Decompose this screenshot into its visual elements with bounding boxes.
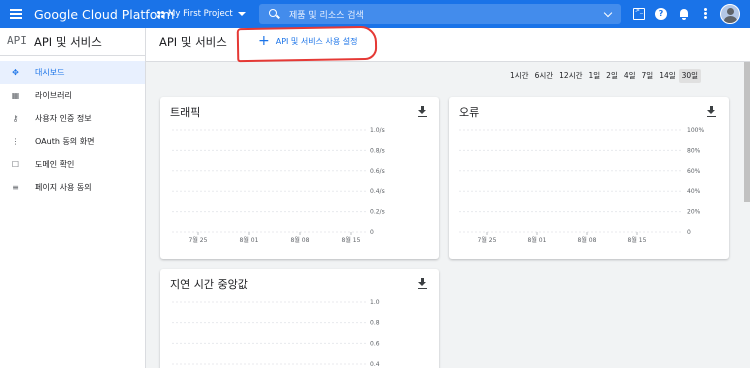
y-tick-label: 0.8: [370, 320, 380, 327]
page-title: API 및 서비스: [159, 35, 227, 49]
time-range-option[interactable]: 6시간: [532, 69, 557, 83]
help-icon[interactable]: ?: [655, 8, 667, 20]
time-range-option[interactable]: 30일: [678, 69, 702, 83]
y-tick-label: 1.0/s: [370, 127, 385, 134]
red-annotation-outline: [236, 25, 378, 63]
time-range-option[interactable]: 7일: [639, 69, 657, 83]
sidebar-item[interactable]: ⋮ OAuth 동의 화면: [0, 130, 145, 153]
avatar[interactable]: [720, 4, 740, 24]
project-name: My First Project: [168, 9, 233, 19]
sidebar-title: API 및 서비스: [34, 35, 102, 49]
time-range-option[interactable]: 1시간: [507, 69, 532, 83]
search-input[interactable]: 제품 및 리소스 검색: [289, 8, 364, 21]
y-tick-label: 20%: [687, 209, 701, 216]
sidebar-item[interactable]: ≡ 페이지 사용 동의: [0, 176, 145, 199]
more-vert-icon[interactable]: [699, 8, 711, 20]
errors-card: 오류 100% 80% 60% 40% 20% 0 7월 25 8월 01 8월 08 8월 15: [449, 97, 729, 259]
y-tick-label: 0.2/s: [370, 209, 385, 216]
y-tick-label: 0.4/s: [370, 188, 385, 195]
x-tick-label: 8월 01: [528, 236, 547, 244]
search-icon: [269, 9, 277, 17]
library-icon: ▦: [11, 91, 20, 100]
api-logo: API: [7, 34, 27, 47]
sidebar-nav: ✥ 대시보드 ▦ 라이브러리 ⚷ 사용자 인증 정보 ⋮ OAuth 동의 화면 ☐ 도메인 확인…: [0, 61, 145, 199]
sidebar-item[interactable]: ▦ 라이브러리: [0, 84, 145, 107]
sidebar-item-label: 대시보드: [35, 68, 65, 77]
time-range-option[interactable]: 4일: [621, 69, 639, 83]
sidebar-header: API API 및 서비스: [0, 28, 146, 56]
x-tick-label: 8월 08: [578, 236, 597, 244]
sidebar-item[interactable]: ☐ 도메인 확인: [0, 153, 145, 176]
sidebar-item[interactable]: ✥ 대시보드: [0, 61, 145, 84]
y-tick-label: 40%: [687, 188, 701, 195]
time-range-selector: 1시간 6시간 12시간 1일 2일 4일 7일 14일 30일: [507, 69, 702, 83]
y-tick-label: 0: [687, 229, 691, 236]
latency-card: 지연 시간 중앙값 1.0 0.8 0.6 0.4: [160, 269, 439, 368]
time-range-option[interactable]: 14일: [656, 69, 678, 83]
y-tick-label: 0: [370, 229, 374, 236]
y-tick-label: 0.4: [370, 361, 380, 368]
y-tick-label: 1.0: [370, 299, 380, 306]
brand-logo[interactable]: Google Cloud Platform: [34, 7, 174, 22]
key-icon: ⚷: [12, 114, 19, 123]
y-tick-label: 100%: [687, 127, 704, 134]
y-tick-label: 0.8/s: [370, 147, 385, 154]
settings-list-icon: ≡: [12, 183, 19, 192]
sidebar-item-label: 사용자 인증 정보: [35, 114, 92, 123]
latency-chart: 1.0 0.8 0.6 0.4: [172, 299, 380, 368]
project-icon: [157, 10, 164, 18]
menu-icon[interactable]: [10, 9, 22, 19]
sidebar-item-label: 라이브러리: [35, 91, 72, 100]
chevron-down-icon[interactable]: [603, 8, 613, 18]
domain-icon: ☐: [11, 160, 20, 169]
chevron-down-icon: [237, 12, 246, 16]
y-tick-label: 60%: [687, 168, 701, 175]
x-tick-label: 8월 08: [291, 236, 310, 244]
x-tick-label: 7월 25: [478, 236, 497, 244]
traffic-chart: 1.0/s 0.8/s 0.6/s 0.4/s 0.2/s 0 7월 25 8월 01 8월 0…: [172, 127, 385, 244]
sidebar-item-label: 도메인 확인: [35, 160, 75, 169]
dashboard-icon: ✥: [12, 68, 19, 77]
notifications-icon[interactable]: [678, 8, 690, 20]
time-range-option[interactable]: 12시간: [556, 69, 585, 83]
top-app-bar: Google Cloud Platform My First Project 제…: [0, 0, 750, 28]
x-tick-label: 8월 01: [240, 236, 259, 244]
sidebar-item-label: 페이지 사용 동의: [35, 183, 92, 192]
scrollbar[interactable]: [744, 62, 750, 202]
cloud-shell-icon[interactable]: [633, 7, 645, 20]
y-tick-label: 0.6: [370, 340, 380, 347]
time-range-option[interactable]: 2일: [603, 69, 621, 83]
errors-chart: 100% 80% 60% 40% 20% 0 7월 25 8월 01 8월 08 8월 15: [459, 127, 704, 244]
sidebar-item-label: OAuth 동의 화면: [35, 137, 95, 146]
traffic-card: 트래픽 1.0/s 0.8/s 0.6/s 0.4/s 0.2/s 0 7월 25 8월 01…: [160, 97, 439, 259]
sidebar-item[interactable]: ⚷ 사용자 인증 정보: [0, 107, 145, 130]
search-bar[interactable]: 제품 및 리소스 검색: [259, 4, 621, 24]
consent-icon: ⋮: [11, 137, 20, 146]
x-tick-label: 7월 25: [189, 236, 208, 244]
x-tick-label: 8월 15: [342, 236, 361, 244]
x-tick-label: 8월 15: [628, 236, 647, 244]
sidebar: API API 및 서비스 ✥ 대시보드 ▦ 라이브러리 ⚷ 사용자 인증 정보 ⋮ OAut…: [0, 28, 146, 368]
time-range-option[interactable]: 1일: [586, 69, 604, 83]
y-tick-label: 80%: [687, 147, 701, 154]
project-selector[interactable]: My First Project: [157, 6, 246, 22]
y-tick-label: 0.6/s: [370, 168, 385, 175]
